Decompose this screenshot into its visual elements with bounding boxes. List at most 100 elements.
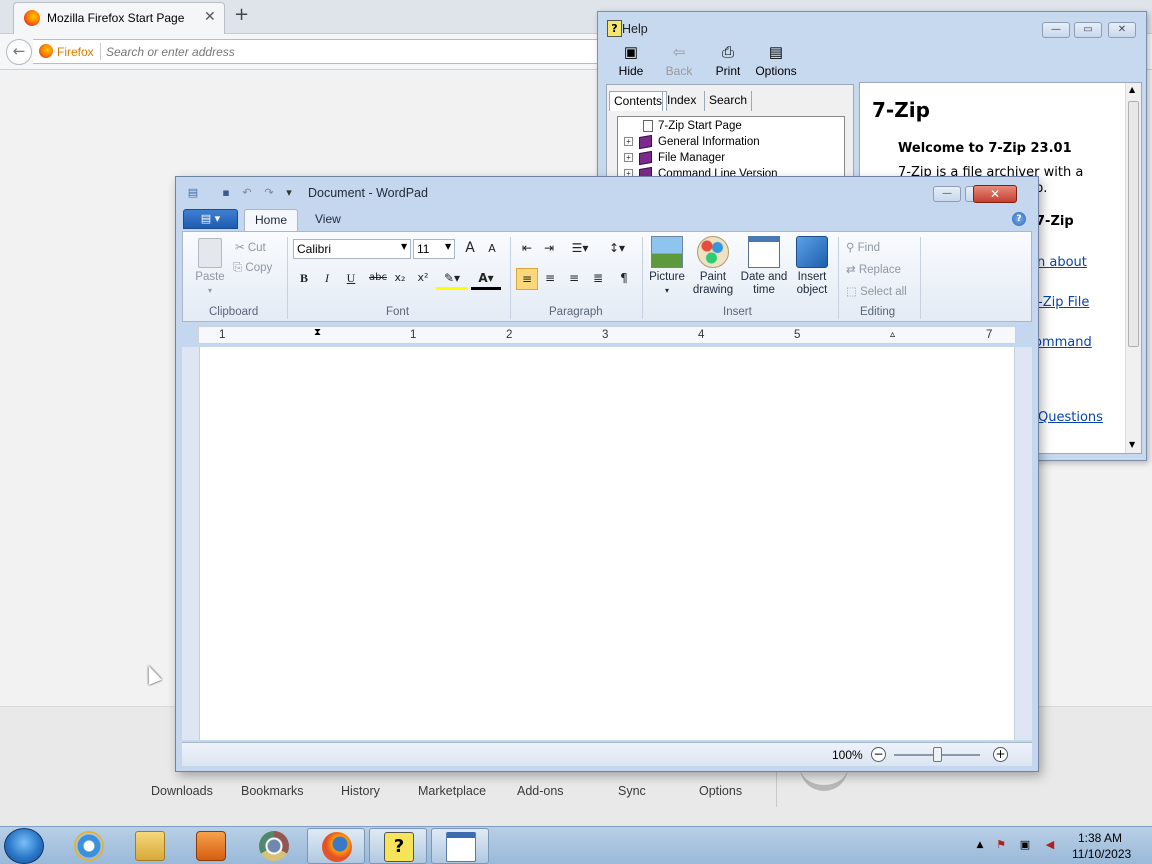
launcher-downloads[interactable]: Downloads (151, 784, 213, 798)
back-button[interactable]: ← (6, 39, 32, 65)
help-icon[interactable]: ? (1012, 212, 1026, 226)
tab-contents[interactable]: Contents (609, 91, 668, 111)
launcher-history[interactable]: History (341, 784, 380, 798)
undo-icon[interactable]: ↶ (240, 186, 254, 200)
help-close-button[interactable]: ✕ (1108, 22, 1136, 38)
scroll-down-icon[interactable]: ▼ (1129, 440, 1135, 449)
tab-search[interactable]: Search (704, 91, 753, 111)
justify-icon[interactable]: ≣ (587, 268, 609, 290)
launcher-sync[interactable]: Sync (618, 784, 646, 798)
tree-item-file-manager[interactable]: + File Manager (618, 150, 725, 166)
help-back-button[interactable]: ⇦ Back (654, 42, 704, 78)
content-link[interactable]: Questions (1038, 410, 1103, 425)
right-indent-marker-icon[interactable]: ▵ (890, 329, 895, 340)
address-bar[interactable]: Firefox Search or enter address (33, 39, 613, 64)
align-center-icon[interactable]: ≡ (539, 268, 561, 290)
tree-item-general-information[interactable]: + General Information (618, 134, 760, 150)
grow-font-icon[interactable]: A (459, 238, 481, 260)
help-hide-button[interactable]: ▣ Hide (606, 42, 656, 78)
align-left-icon[interactable]: ≡ (516, 268, 538, 290)
highlight-color-icon[interactable]: ✎▾ (436, 268, 468, 290)
help-options-button[interactable]: ▤ Options (751, 42, 801, 78)
launcher-bookmarks[interactable]: Bookmarks (241, 784, 304, 798)
internet-explorer-icon (74, 831, 104, 861)
ruler[interactable]: 1 ⧗ 1 2 3 4 5 ▵ 7 (198, 326, 1016, 344)
shrink-font-icon[interactable]: A (481, 239, 503, 261)
launcher-options[interactable]: Options (699, 784, 742, 798)
strikethrough-button[interactable]: abc (364, 268, 392, 290)
taskbar-media-player[interactable] (182, 828, 240, 864)
taskbar-internet-explorer[interactable] (60, 828, 118, 864)
date-time-button[interactable]: Date and time (739, 236, 789, 297)
application-menu-button[interactable]: ▤ ▾ (183, 209, 238, 229)
zoom-slider-thumb[interactable] (932, 747, 942, 762)
font-size-select[interactable]: 11 ▼ (413, 239, 455, 259)
clock-time[interactable]: 1:38 AM (1078, 831, 1122, 845)
taskbar-help[interactable]: ? (369, 828, 427, 864)
font-family-select[interactable]: Calibri ▼ (293, 239, 411, 259)
tree-item-start-page[interactable]: 7-Zip Start Page (618, 118, 742, 134)
action-center-icon[interactable]: ⚑ (994, 838, 1008, 852)
help-print-button[interactable]: ⎙ Print (703, 42, 753, 78)
redo-icon[interactable]: ↷ (262, 186, 276, 200)
show-hidden-icons-icon[interactable]: ▲ (973, 838, 987, 852)
taskbar-file-explorer[interactable] (121, 828, 179, 864)
expand-icon[interactable]: + (624, 137, 633, 147)
taskbar-chrome[interactable] (245, 828, 303, 864)
network-icon[interactable]: ▣ (1018, 838, 1032, 852)
content-scrollbar[interactable]: ▲ ▼ (1125, 83, 1141, 453)
insert-object-button[interactable]: Insert object (790, 236, 834, 297)
launcher-addons[interactable]: Add-ons (517, 784, 564, 798)
wordpad-app-icon[interactable]: ▤ (186, 186, 200, 200)
tab-index[interactable]: Index (662, 91, 700, 111)
paragraph-settings-icon[interactable]: ¶ (613, 268, 635, 290)
underline-button[interactable]: U (340, 268, 362, 290)
customize-quick-access-icon[interactable]: ▾ (282, 186, 296, 200)
ruler-number: 3 (602, 329, 609, 341)
help-minimize-button[interactable]: — (1042, 22, 1070, 38)
tab-home[interactable]: Home (244, 209, 299, 231)
document-page[interactable] (199, 347, 1015, 740)
insert-picture-button[interactable]: Picture ▾ (645, 236, 689, 297)
start-button[interactable] (4, 828, 44, 864)
indent-marker-icon[interactable]: ⧗ (314, 327, 321, 338)
italic-button[interactable]: I (316, 268, 338, 290)
new-tab-button[interactable]: + (234, 4, 249, 25)
find-button[interactable]: ⚲ Find (846, 240, 880, 254)
save-icon[interactable]: ▪ (219, 186, 233, 200)
volume-muted-icon[interactable]: ◀ (1043, 838, 1057, 852)
select-all-button[interactable]: ⬚ Select all (846, 284, 907, 298)
content-link[interactable]: -Zip File (1038, 295, 1089, 310)
bold-button[interactable]: B (293, 268, 315, 290)
zoom-in-icon[interactable]: + (993, 747, 1008, 762)
content-link[interactable]: n about (1037, 255, 1087, 270)
close-tab-icon[interactable]: ✕ (204, 9, 216, 25)
tab-start-page[interactable]: Mozilla Firefox Start Page ✕ (13, 2, 225, 34)
paste-button[interactable]: Paste ▾ (191, 238, 229, 297)
line-spacing-icon[interactable]: ↕▾ (601, 238, 633, 260)
taskbar-firefox[interactable] (307, 828, 365, 864)
clock-date[interactable]: 11/10/2023 (1072, 847, 1131, 861)
align-right-icon[interactable]: ≡ (563, 268, 585, 290)
taskbar-wordpad[interactable] (431, 828, 489, 864)
tab-view[interactable]: View (305, 209, 351, 231)
content-link[interactable]: ommand (1034, 335, 1092, 350)
decrease-indent-icon[interactable]: ⇤ (516, 238, 538, 260)
cut-button[interactable]: ✂ Cut (235, 240, 266, 254)
subscript-icon[interactable]: x₂ (389, 268, 411, 290)
bullets-icon[interactable]: ☰▾ (564, 238, 596, 260)
replace-button[interactable]: ⇄ Replace (846, 262, 901, 276)
scroll-up-icon[interactable]: ▲ (1129, 85, 1135, 94)
scrollbar-thumb[interactable] (1128, 101, 1139, 347)
help-maximize-button[interactable]: ▭ (1074, 22, 1102, 38)
wordpad-close-button[interactable]: ✕ (973, 185, 1017, 203)
copy-button[interactable]: ⎘ Copy (233, 262, 272, 275)
paint-drawing-button[interactable]: Paint drawing (689, 236, 737, 297)
superscript-icon[interactable]: x² (412, 268, 434, 290)
expand-icon[interactable]: + (624, 153, 633, 163)
launcher-marketplace[interactable]: Marketplace (418, 784, 486, 798)
increase-indent-icon[interactable]: ⇥ (538, 238, 560, 260)
font-color-icon[interactable]: A▾ (471, 268, 501, 290)
zoom-out-icon[interactable]: − (871, 747, 886, 762)
wordpad-minimize-button[interactable]: — (933, 186, 961, 202)
